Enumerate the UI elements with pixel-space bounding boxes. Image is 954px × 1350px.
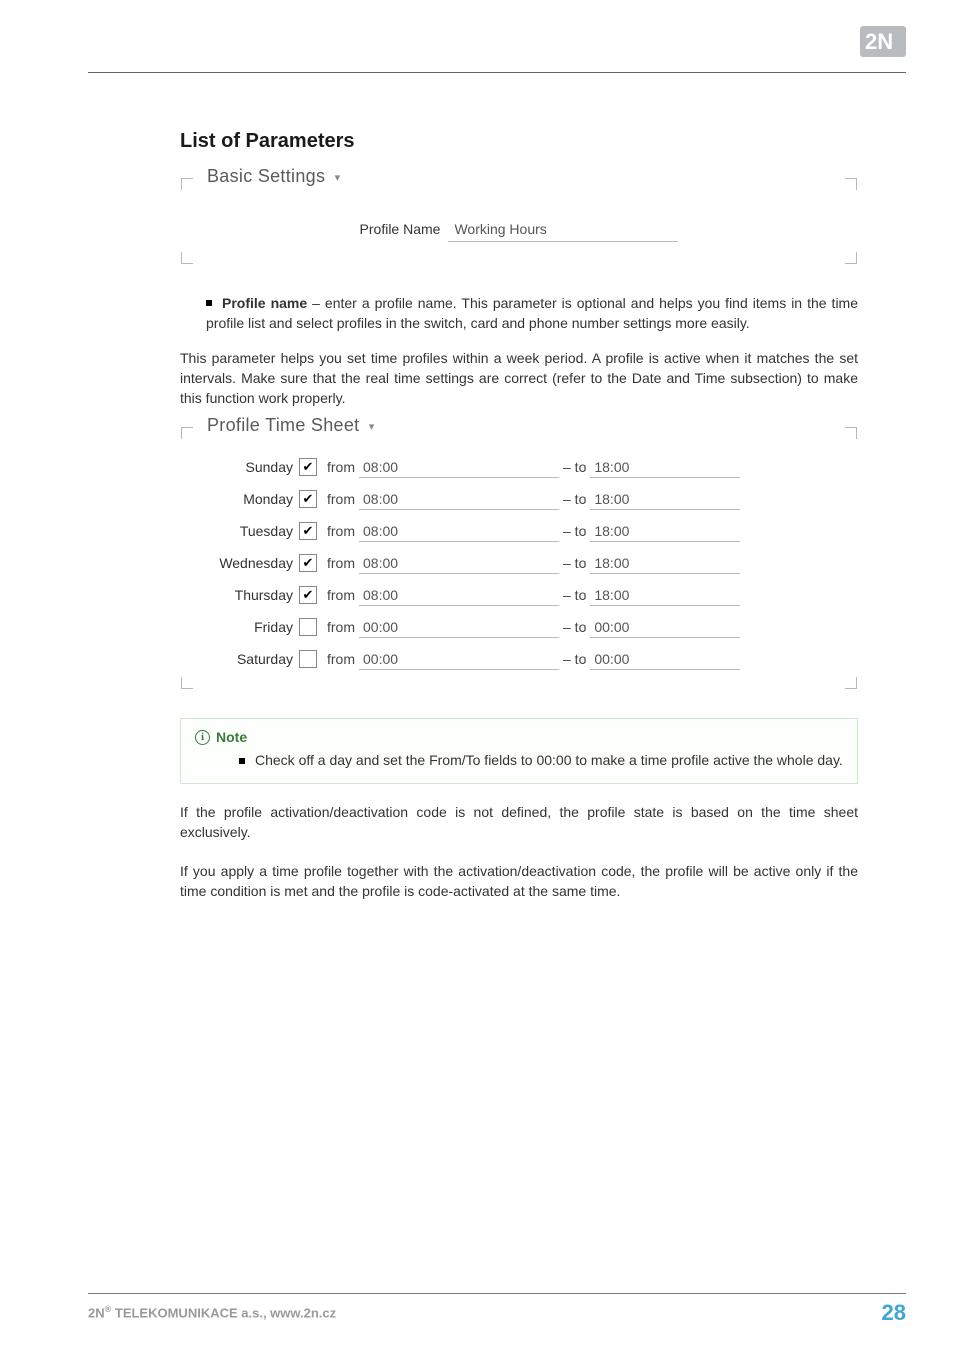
header-rule (88, 72, 906, 73)
day-enable-checkbox[interactable] (299, 650, 317, 668)
time-sheet-row: Saturday from – to (199, 643, 839, 675)
footer-company: TELEKOMUNIKACE a.s., www.2n.cz (111, 1305, 336, 1320)
day-label: Friday (199, 619, 299, 635)
to-input[interactable] (590, 616, 740, 638)
page-content: List of Parameters Basic Settings ▾ Prof… (180, 130, 858, 919)
from-label: from (323, 587, 359, 603)
page-heading: List of Parameters (180, 130, 858, 153)
closing-para-1: If the profile activation/deactivation c… (180, 802, 858, 843)
to-label: – to (559, 651, 590, 667)
profile-name-input[interactable] (448, 216, 678, 242)
chevron-down-icon: ▾ (369, 421, 375, 433)
svg-text:2N: 2N (865, 29, 893, 54)
from-label: from (323, 523, 359, 539)
to-label: – to (559, 459, 590, 475)
note-text: Check off a day and set the From/To fiel… (255, 752, 843, 768)
bullet-icon (206, 300, 212, 306)
from-label: from (323, 459, 359, 475)
time-sheet-row: Friday from – to (199, 611, 839, 643)
time-sheet-row: Thursday from – to (199, 579, 839, 611)
time-sheet-row: Monday from – to (199, 483, 839, 515)
logo-2n-icon: 2N (860, 26, 906, 57)
note-box: i Note Check off a day and set the From/… (180, 718, 858, 784)
day-enable-checkbox[interactable] (299, 522, 317, 540)
to-input[interactable] (590, 552, 740, 574)
from-input[interactable] (359, 616, 559, 638)
info-icon: i (195, 730, 210, 745)
basic-settings-fieldset: Basic Settings ▾ Profile Name (180, 177, 858, 265)
desc-term: Profile name (222, 295, 307, 311)
logo-2n: 2N (860, 26, 906, 57)
from-input[interactable] (359, 456, 559, 478)
day-enable-checkbox[interactable] (299, 618, 317, 636)
footer-rule (88, 1293, 906, 1294)
to-input[interactable] (590, 584, 740, 606)
day-label: Tuesday (199, 523, 299, 539)
footer-brand: 2N (88, 1305, 105, 1320)
day-label: Sunday (199, 459, 299, 475)
from-input[interactable] (359, 648, 559, 670)
to-input[interactable] (590, 456, 740, 478)
footer-left: 2N® TELEKOMUNIKACE a.s., www.2n.cz (88, 1304, 336, 1320)
bullet-icon (239, 758, 245, 764)
day-label: Wednesday (199, 555, 299, 571)
note-head: i Note (195, 729, 843, 745)
to-input[interactable] (590, 648, 740, 670)
day-enable-checkbox[interactable] (299, 458, 317, 476)
from-input[interactable] (359, 584, 559, 606)
day-enable-checkbox[interactable] (299, 490, 317, 508)
note-item: Check off a day and set the From/To fiel… (239, 751, 843, 771)
time-sheet-legend[interactable]: Profile Time Sheet ▾ (201, 415, 381, 436)
to-label: – to (559, 555, 590, 571)
from-input[interactable] (359, 488, 559, 510)
from-label: from (323, 491, 359, 507)
profile-name-desc: Profile name – enter a profile name. Thi… (206, 293, 858, 334)
from-label: from (323, 619, 359, 635)
note-title: Note (216, 729, 247, 745)
page-number: 28 (882, 1300, 906, 1326)
to-label: – to (559, 619, 590, 635)
to-input[interactable] (590, 520, 740, 542)
day-enable-checkbox[interactable] (299, 586, 317, 604)
chevron-down-icon: ▾ (335, 172, 341, 184)
time-sheet-fieldset: Profile Time Sheet ▾ Sundayfrom– toMonda… (180, 426, 858, 690)
profile-name-label: Profile Name (360, 221, 441, 237)
day-label: Saturday (199, 651, 299, 667)
profile-name-row: Profile Name (199, 216, 839, 242)
day-enable-checkbox[interactable] (299, 554, 317, 572)
time-sheet-row: Sunday from – to (199, 451, 839, 483)
to-input[interactable] (590, 488, 740, 510)
to-label: – to (559, 587, 590, 603)
legend-label: Basic Settings (207, 166, 325, 186)
from-label: from (323, 651, 359, 667)
legend-label: Profile Time Sheet (207, 415, 359, 435)
from-input[interactable] (359, 520, 559, 542)
closing-para-2: If you apply a time profile together wit… (180, 861, 858, 902)
to-label: – to (559, 523, 590, 539)
from-label: from (323, 555, 359, 571)
from-input[interactable] (359, 552, 559, 574)
basic-settings-legend[interactable]: Basic Settings ▾ (201, 166, 346, 187)
day-label: Monday (199, 491, 299, 507)
day-label: Thursday (199, 587, 299, 603)
time-sheet-row: Tuesday from – to (199, 515, 839, 547)
time-sheet-row: Wednesday from – to (199, 547, 839, 579)
intro-para: This parameter helps you set time profil… (180, 348, 858, 409)
to-label: – to (559, 491, 590, 507)
